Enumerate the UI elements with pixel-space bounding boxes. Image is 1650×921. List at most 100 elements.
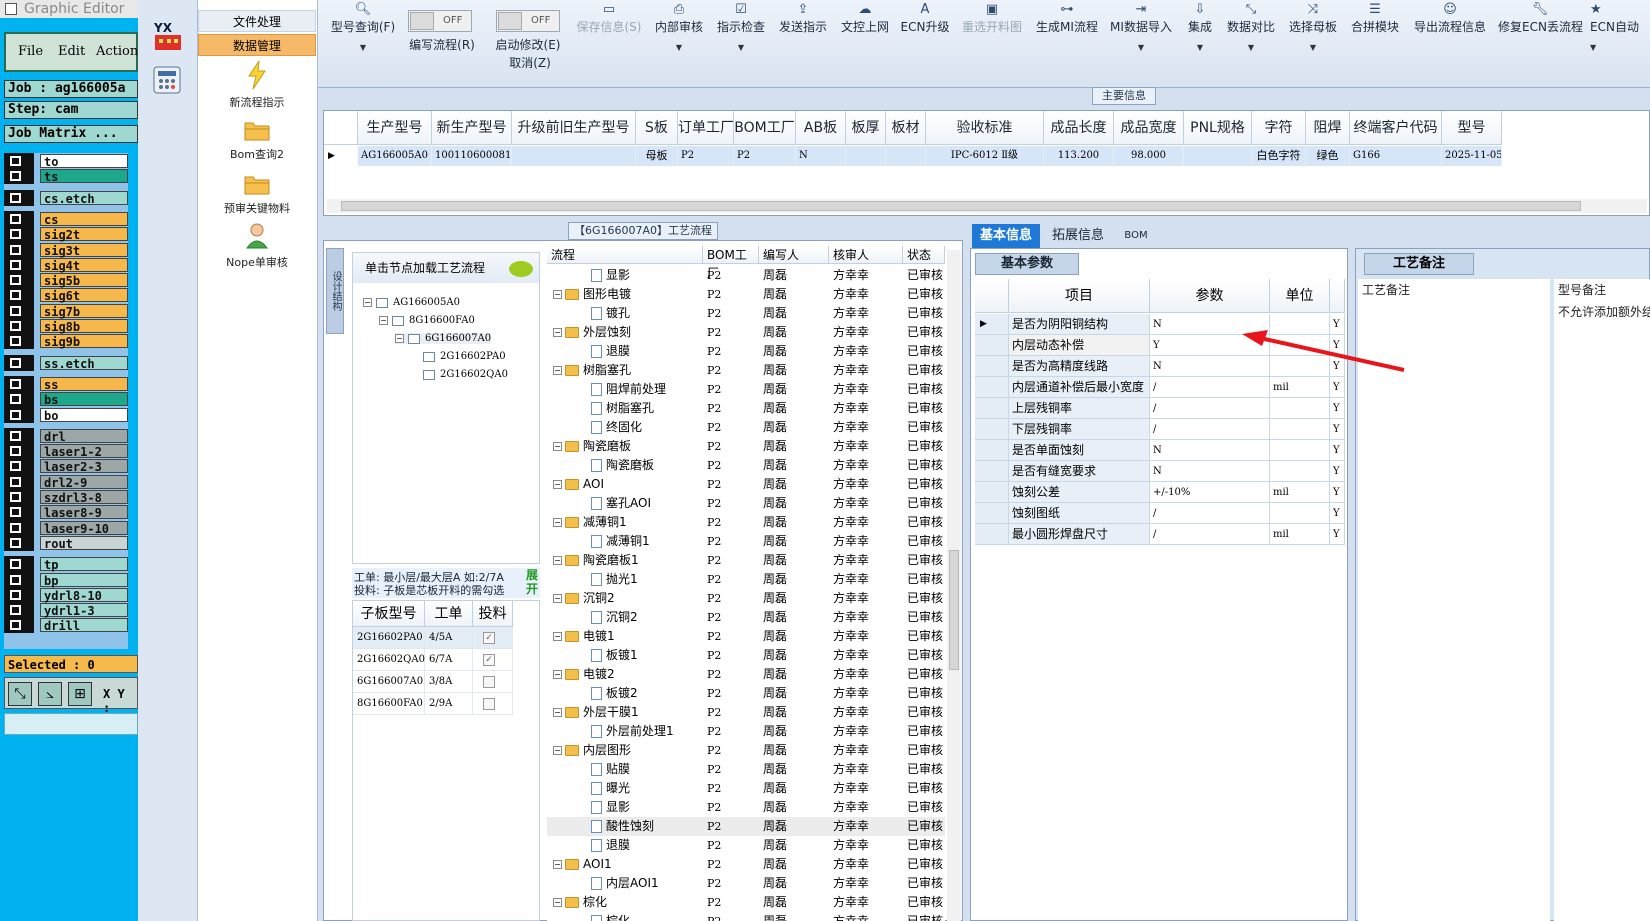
param-row[interactable]: 内层通道补偿后最小宽度 / mil Y — [975, 377, 1345, 398]
grid-cell[interactable] — [846, 146, 886, 166]
layer-row[interactable]: sig2t — [4, 226, 128, 243]
column-header[interactable]: 升级前旧生产型号 — [512, 111, 636, 145]
layer-row[interactable]: sig3t — [4, 241, 128, 258]
column-header[interactable]: 板材 — [886, 111, 926, 145]
layer-checkbox[interactable] — [4, 241, 34, 258]
flow-row[interactable]: 退膜 P2 周磊 方幸幸 已审核 — [547, 342, 945, 361]
layer-row[interactable]: ss — [4, 375, 128, 392]
sub-board-model[interactable]: 6G166007A0 — [353, 671, 425, 693]
layer-row[interactable]: ydrl1-3 — [4, 602, 128, 619]
layer-row[interactable]: sig7b — [4, 302, 128, 319]
collapse-toggle-icon[interactable]: − — [553, 898, 562, 907]
nav-file-processing[interactable]: 文件处理 — [198, 10, 316, 32]
flow-row[interactable]: 棕化 P2 周磊 方幸幸 已审核 — [547, 912, 945, 921]
flow-row[interactable]: 减薄铜1 P2 周磊 方幸幸 已审核 — [547, 532, 945, 551]
param-row[interactable]: 蚀刻图纸 / Y — [975, 503, 1345, 524]
column-header[interactable]: 单位 — [1270, 279, 1330, 313]
model-query-button[interactable]: 🔍︎ 型号查询(F) ▼ — [328, 2, 398, 52]
column-header[interactable]: S板 — [636, 111, 678, 145]
flow-row[interactable]: 外层前处理1 P2 周磊 方幸幸 已审核 — [547, 722, 945, 741]
horizontal-scrollbar[interactable] — [327, 199, 1647, 213]
flow-row[interactable]: 显影 P2 周磊 方幸幸 已审核 — [547, 266, 945, 285]
layer-row[interactable]: sig4t — [4, 256, 128, 273]
param-unit[interactable] — [1270, 440, 1330, 461]
grid-cell[interactable] — [886, 146, 926, 166]
layer-checkbox[interactable] — [4, 272, 34, 289]
flow-row[interactable]: − 沉铜2 P2 周磊 方幸幸 已审核 — [547, 589, 945, 608]
layer-checkbox[interactable] — [4, 189, 34, 206]
layer-row[interactable]: cs.etch — [4, 189, 128, 206]
column-header[interactable]: 流程 — [547, 246, 703, 264]
layer-checkbox[interactable] — [4, 602, 34, 619]
layer-row[interactable]: laser1-2 — [4, 443, 128, 460]
column-header[interactable]: 型号 — [1442, 111, 1502, 145]
grid-cell[interactable]: N — [796, 146, 846, 166]
column-header[interactable]: 项目 — [1009, 279, 1150, 313]
layer-row[interactable]: drl — [4, 427, 128, 444]
flow-row[interactable]: − 树脂塞孔 P2 周磊 方幸幸 已审核 — [547, 361, 945, 380]
grid-cell[interactable] — [512, 146, 636, 166]
layer-row[interactable]: sig6t — [4, 287, 128, 304]
param-row[interactable]: 是否有缝宽要求 N Y — [975, 461, 1345, 482]
tree-node[interactable]: 2G16602PA0 — [423, 351, 506, 362]
column-header[interactable]: 终端客户代码 — [1350, 111, 1442, 145]
flow-row[interactable]: − 图形电镀 P2 周磊 方幸幸 已审核 — [547, 285, 945, 304]
layer-checkbox[interactable] — [4, 586, 34, 603]
design-structure-tab[interactable]: 设计结构 — [326, 248, 344, 334]
flow-row[interactable]: 陶瓷磨板 P2 周磊 方幸幸 已审核 — [547, 456, 945, 475]
collapse-toggle-icon[interactable]: − — [553, 290, 562, 299]
write-flow-toggle[interactable]: OFF — [408, 10, 472, 32]
column-header[interactable]: 字符 — [1252, 111, 1306, 145]
param-unit[interactable]: mil — [1270, 482, 1330, 503]
integrate-button[interactable]: ⇩ 集成 ▼ — [1182, 2, 1218, 52]
feed-checkbox[interactable]: ✓ — [483, 632, 495, 644]
grid-cell[interactable]: P2 — [678, 146, 734, 166]
flow-row[interactable]: 内层AOI1 P2 周磊 方幸幸 已审核 — [547, 874, 945, 893]
ecn-upgrade-button[interactable]: A ECN升级 — [900, 2, 950, 35]
layer-checkbox[interactable] — [4, 210, 34, 227]
sub-board-order[interactable]: 4/5A — [425, 627, 473, 649]
sub-board-order[interactable]: 6/7A — [425, 649, 473, 671]
flow-row[interactable]: − 外层蚀刻 P2 周磊 方幸幸 已审核 — [547, 323, 945, 342]
layer-checkbox[interactable] — [4, 153, 34, 169]
layer-checkbox[interactable] — [4, 504, 34, 521]
grid-icon[interactable]: ⊞ — [68, 682, 92, 706]
grid-cell[interactable] — [1184, 146, 1252, 166]
feed-checkbox[interactable] — [483, 676, 495, 688]
nav-nope-review[interactable]: Nope单审核 — [198, 222, 316, 270]
column-header[interactable]: 投料 — [473, 601, 513, 627]
layer-checkbox[interactable] — [4, 333, 34, 350]
tab-extended-info[interactable]: 拓展信息 — [1044, 224, 1112, 248]
layer-row[interactable]: drl2-9 — [4, 473, 128, 490]
param-row[interactable]: 上层残铜率 / Y — [975, 398, 1345, 419]
sub-board-model[interactable]: 2G16602PA0 — [353, 627, 425, 649]
param-param[interactable]: N — [1150, 440, 1270, 461]
param-row[interactable]: 下层残铜率 / Y — [975, 419, 1345, 440]
layer-row[interactable]: tp — [4, 556, 128, 573]
generate-mi-button[interactable]: ⊶ 生成MI流程 — [1034, 2, 1100, 35]
repair-ecn-button[interactable]: 🔧︎ 修复ECN丢流程 — [1498, 2, 1583, 35]
cancel-button[interactable]: 取消(Z) — [500, 54, 560, 71]
column-header[interactable]: 成品宽度 — [1114, 111, 1184, 145]
layer-row[interactable]: rout — [4, 534, 128, 551]
layer-row[interactable]: ss.etch — [4, 354, 128, 371]
data-compare-button[interactable]: ⤡ 数据对比 ▼ — [1224, 2, 1278, 52]
collapse-toggle-icon[interactable]: − — [553, 860, 562, 869]
layer-row[interactable]: ydrl8-10 — [4, 586, 128, 603]
collapse-toggle-icon[interactable]: − — [553, 328, 562, 337]
grid-cell[interactable]: 98.000 — [1114, 146, 1184, 166]
ecn-auto-button[interactable]: ★ ECN自动 ▼ — [1590, 2, 1650, 52]
column-header[interactable]: 订单工厂 — [678, 111, 734, 145]
collapse-toggle-icon[interactable]: − — [553, 594, 562, 603]
flow-row[interactable]: 阻焊前处理 P2 周磊 方幸幸 已审核 — [547, 380, 945, 399]
param-row[interactable]: 最小圆形焊盘尺寸 / mil Y — [975, 524, 1345, 545]
flow-row[interactable]: − 电镀1 P2 周磊 方幸幸 已审核 — [547, 627, 945, 646]
layer-row[interactable]: szdrl3-8 — [4, 489, 128, 505]
flow-row[interactable]: 树脂塞孔 P2 周磊 方幸幸 已审核 — [547, 399, 945, 418]
flow-row[interactable]: 板镀2 P2 周磊 方幸幸 已审核 — [547, 684, 945, 703]
column-header[interactable]: 核审人 — [829, 246, 903, 264]
layer-checkbox[interactable] — [4, 256, 34, 273]
column-header[interactable]: 板厚 — [846, 111, 886, 145]
param-unit[interactable] — [1270, 461, 1330, 482]
param-unit[interactable] — [1270, 398, 1330, 419]
